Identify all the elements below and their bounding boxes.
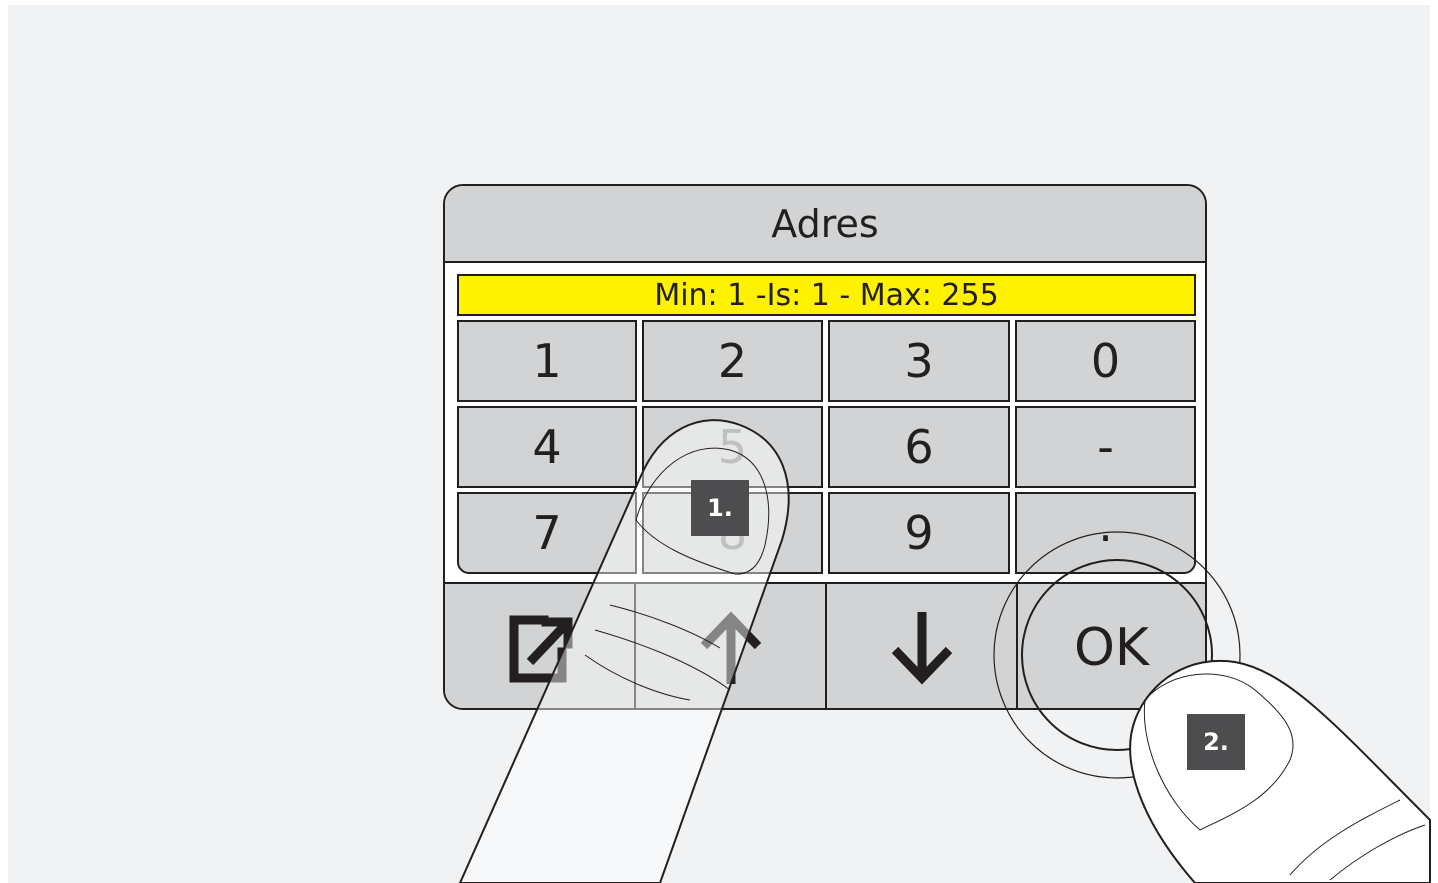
key-4[interactable]: 4: [457, 406, 637, 488]
key-1[interactable]: 1: [457, 320, 637, 402]
ok-button[interactable]: OK: [1018, 584, 1205, 708]
numeric-keypad: 1 2 3 0 4 5 6 - 7 8 9 .: [457, 320, 1196, 574]
dialog-title: Adres: [445, 186, 1205, 263]
key-9[interactable]: 9: [828, 492, 1010, 574]
arrow-down-icon: [891, 612, 952, 685]
key-minus[interactable]: -: [1015, 406, 1196, 488]
step-2-badge: 2.: [1187, 714, 1245, 770]
key-7[interactable]: 7: [457, 492, 637, 574]
external-edit-button[interactable]: [445, 584, 636, 708]
key-3[interactable]: 3: [828, 320, 1010, 402]
ok-label: OK: [1073, 618, 1150, 678]
down-button[interactable]: [827, 584, 1018, 708]
range-indicator: Min: 1 -Is: 1 - Max: 255: [457, 274, 1196, 316]
external-edit-icon: [509, 615, 572, 683]
action-bar: OK: [445, 582, 1205, 708]
key-6[interactable]: 6: [828, 406, 1010, 488]
key-5[interactable]: 5: [642, 406, 823, 488]
step-1-badge: 1.: [691, 480, 749, 536]
address-dialog: Adres Min: 1 -Is: 1 - Max: 255 1 2 3 0 4…: [443, 184, 1207, 710]
key-2[interactable]: 2: [642, 320, 823, 402]
up-button[interactable]: [636, 584, 827, 708]
key-decimal[interactable]: .: [1015, 492, 1196, 574]
arrow-up-icon: [700, 611, 761, 684]
key-0[interactable]: 0: [1015, 320, 1196, 402]
